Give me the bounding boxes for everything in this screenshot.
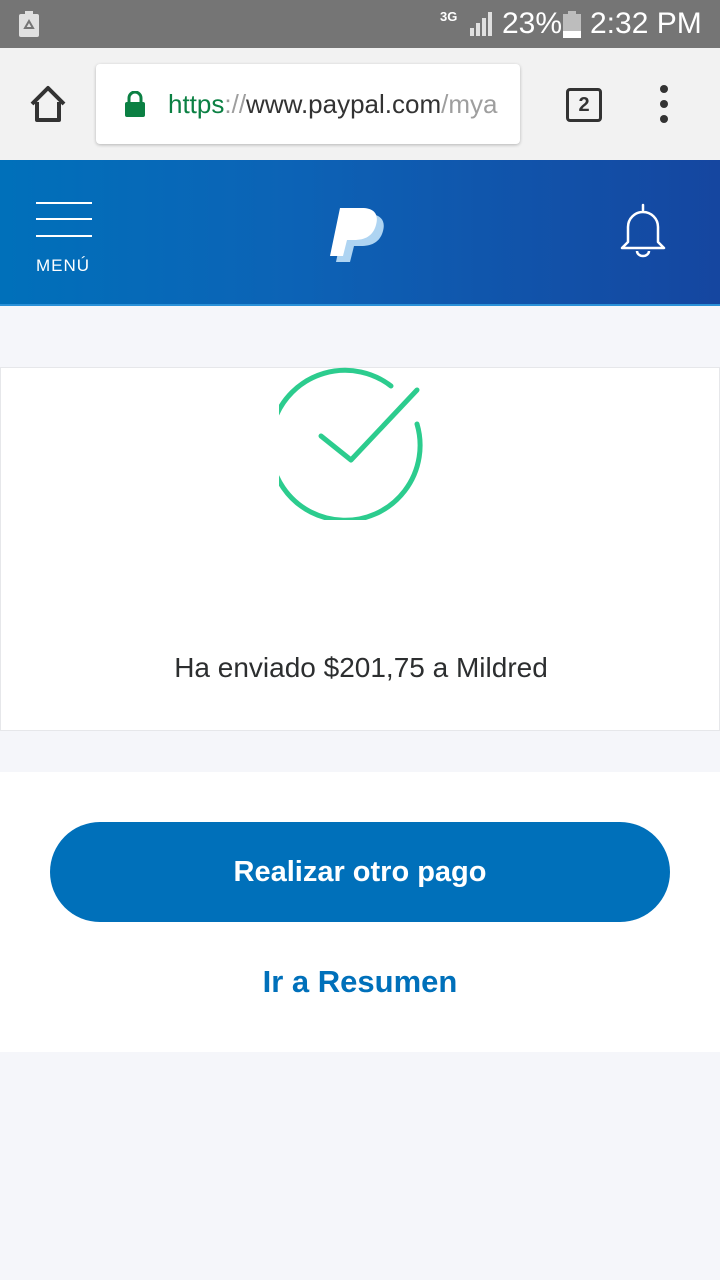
menu-label: MENÚ	[36, 256, 91, 275]
battery-icon	[563, 11, 581, 38]
url-text: https://www.paypal.com/mya	[168, 88, 508, 120]
make-another-payment-button[interactable]: Realizar otro pago	[50, 822, 670, 922]
lock-icon	[125, 91, 145, 117]
tab-switcher-button[interactable]: 2	[566, 88, 602, 122]
battery-percent: 23%	[502, 7, 563, 40]
status-bar: 3G 23% 2:32 PM	[0, 0, 720, 48]
confirmation-card: Ha enviado $201,75 a Mildred	[0, 367, 720, 731]
paypal-logo-icon	[330, 208, 384, 262]
home-icon[interactable]	[26, 82, 70, 126]
paypal-header: MENÚ	[0, 160, 720, 306]
url-host: www.paypal.com	[246, 89, 442, 119]
url-path: /mya	[441, 89, 498, 119]
go-to-summary-link[interactable]: Ir a Resumen	[0, 964, 720, 1000]
actions-panel: Realizar otro pago Ir a Resumen	[0, 772, 720, 1052]
hamburger-line	[36, 218, 92, 220]
hamburger-line	[36, 202, 92, 204]
notification-bell-icon[interactable]	[618, 202, 668, 258]
hamburger-line	[36, 235, 92, 237]
clock: 2:32 PM	[590, 7, 702, 40]
confirmation-message: Ha enviado $201,75 a Mildred	[174, 652, 548, 683]
overflow-menu-icon[interactable]	[652, 84, 676, 124]
recycle-notification-icon	[19, 11, 39, 37]
url-separator: ://	[224, 89, 247, 119]
menu-button[interactable]: MENÚ	[36, 202, 94, 282]
url-scheme: https	[168, 89, 225, 119]
address-bar[interactable]: https://www.paypal.com/mya	[96, 64, 520, 144]
network-type: 3G	[440, 9, 458, 24]
success-check-icon	[279, 367, 423, 520]
signal-icon	[470, 12, 492, 36]
browser-toolbar: https://www.paypal.com/mya 2	[0, 48, 720, 160]
